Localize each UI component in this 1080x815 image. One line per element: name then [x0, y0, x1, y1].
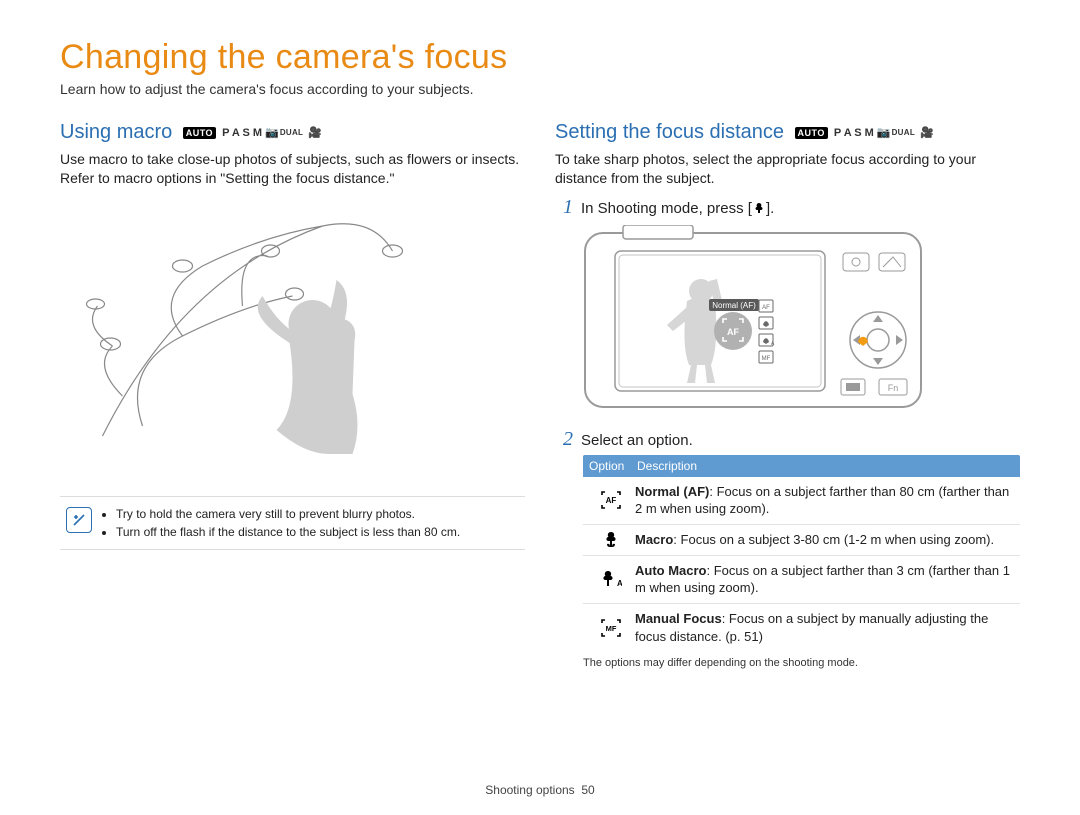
- dual-badge: DUAL: [280, 128, 303, 137]
- tip-box: Try to hold the camera very still to pre…: [60, 496, 525, 550]
- svg-text:AF: AF: [762, 305, 770, 311]
- step-1-text-suffix: ].: [766, 200, 774, 217]
- svg-text:AF: AF: [727, 327, 739, 337]
- th-option: Option: [589, 459, 637, 473]
- table-row: MF Manual Focus: Focus on a subject by m…: [583, 604, 1020, 651]
- note-icon: [66, 507, 92, 533]
- row-text: : Focus on a subject 3-80 cm (1-2 m when…: [673, 532, 994, 547]
- pasm-letters: P A S M: [834, 127, 874, 139]
- macro-button-icon: [752, 201, 766, 219]
- scene-icon: 📷: [265, 127, 279, 139]
- svg-text:AF: AF: [606, 496, 617, 505]
- row-title: Auto Macro: [635, 563, 707, 578]
- movie-mode-icon: 🎥: [920, 126, 934, 139]
- scene-icon: 📷: [877, 127, 891, 139]
- table-row: AF Normal (AF): Focus on a subject farth…: [583, 477, 1020, 525]
- step-1-text-prefix: In Shooting mode, press [: [581, 200, 752, 217]
- page-intro: Learn how to adjust the camera's focus a…: [60, 81, 1020, 97]
- step-2: 2 Select an option.: [555, 428, 1020, 451]
- manual-focus-icon: MF: [587, 610, 635, 645]
- focus-distance-heading: Setting the focus distance: [555, 121, 784, 144]
- focus-distance-body: To take sharp photos, select the appropr…: [555, 150, 1020, 188]
- table-row: Macro: Focus on a subject 3-80 cm (1-2 m…: [583, 525, 1020, 556]
- macro-illustration: [60, 196, 525, 456]
- page-title: Changing the camera's focus: [60, 38, 1020, 77]
- right-column: Setting the focus distance AUTO P A S M …: [555, 115, 1020, 669]
- auto-macro-icon: A: [587, 562, 635, 597]
- svg-text:A: A: [617, 579, 622, 588]
- options-table: Option Description AF Normal (AF): Focus…: [583, 455, 1020, 651]
- auto-badge-icon: AUTO: [183, 127, 216, 139]
- table-note: The options may differ depending on the …: [583, 657, 1020, 669]
- step-number: 1: [555, 196, 573, 219]
- footer-page-number: 50: [581, 783, 594, 797]
- tip-item: Try to hold the camera very still to pre…: [116, 505, 460, 523]
- macro-flower-icon: [587, 531, 635, 549]
- using-macro-heading: Using macro: [60, 121, 172, 144]
- row-title: Macro: [635, 532, 673, 547]
- mode-badges-focus: AUTO P A S M 📷DUAL 🎥: [795, 126, 934, 139]
- table-row: A Auto Macro: Focus on a subject farther…: [583, 556, 1020, 604]
- dual-badge: DUAL: [892, 128, 915, 137]
- pasm-letters: P A S M: [222, 127, 262, 139]
- tip-item: Turn off the flash if the distance to th…: [116, 523, 460, 541]
- step-1: 1 In Shooting mode, press [ ].: [555, 196, 1020, 219]
- th-description: Description: [637, 459, 697, 473]
- using-macro-body: Use macro to take close-up photos of sub…: [60, 150, 525, 188]
- step-2-text: Select an option.: [581, 432, 693, 449]
- page-footer: Shooting options 50: [0, 783, 1080, 797]
- left-column: Using macro AUTO P A S M 📷DUAL 🎥 Use mac…: [60, 115, 525, 669]
- movie-mode-icon: 🎥: [308, 126, 322, 139]
- row-title: Normal (AF): [635, 484, 709, 499]
- tip-list: Try to hold the camera very still to pre…: [102, 505, 460, 541]
- row-title: Manual Focus: [635, 611, 722, 626]
- mode-badges-macro: AUTO P A S M 📷DUAL 🎥: [183, 126, 322, 139]
- step-number: 2: [555, 428, 573, 451]
- svg-text:MF: MF: [606, 624, 617, 633]
- auto-badge-icon: AUTO: [795, 127, 828, 139]
- footer-section: Shooting options: [485, 783, 574, 797]
- camera-label-text: Normal (AF): [712, 301, 756, 310]
- svg-text:MF: MF: [762, 356, 771, 362]
- camera-illustration: AF Normal (AF) AF A MF: [583, 225, 1020, 420]
- svg-text:Fn: Fn: [888, 383, 899, 393]
- normal-af-icon: AF: [587, 483, 635, 518]
